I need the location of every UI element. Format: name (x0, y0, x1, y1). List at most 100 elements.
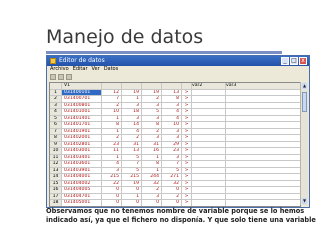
cell-value[interactable]: 32 (142, 180, 162, 186)
row-number[interactable]: 5 (50, 115, 62, 121)
cell-value[interactable]: 0 (102, 187, 122, 193)
cell-empty[interactable] (226, 161, 300, 167)
cell-empty[interactable] (192, 187, 226, 193)
cell-arrow[interactable]: > (182, 161, 192, 167)
cell-value[interactable]: 10 (102, 109, 122, 115)
row-number[interactable]: 14 (50, 174, 62, 180)
cell-arrow[interactable]: > (182, 128, 192, 134)
cell-value[interactable]: 19 (122, 89, 142, 95)
cell-value[interactable]: 1 (102, 115, 122, 121)
cell-value[interactable]: 5 (162, 167, 182, 173)
row-number[interactable]: 1 (50, 89, 62, 95)
toolbar-button[interactable] (58, 74, 64, 80)
cell-value[interactable]: 0 (102, 200, 122, 206)
cell-empty[interactable] (192, 154, 226, 160)
cell-v1[interactable]: 031404701 (62, 193, 102, 199)
row-number[interactable]: 10 (50, 148, 62, 154)
cell-empty[interactable] (226, 122, 300, 128)
maximize-button[interactable]: □ (290, 57, 298, 65)
cell-value[interactable]: 3 (102, 167, 122, 173)
cell-v1[interactable]: 031400701 (62, 96, 102, 102)
cell-value[interactable]: 4 (102, 161, 122, 167)
cell-value[interactable]: 1 (122, 193, 142, 199)
cell-empty[interactable] (192, 167, 226, 173)
cell-value[interactable]: 2 (142, 96, 162, 102)
cell-value[interactable]: 271 (162, 174, 182, 180)
menu-editar[interactable]: Editar (73, 66, 88, 73)
cell-value[interactable]: 4 (162, 115, 182, 121)
cell-empty[interactable] (226, 116, 300, 122)
cell-value[interactable]: 7 (102, 96, 122, 102)
cell-empty[interactable] (226, 96, 300, 102)
cell-arrow[interactable]: > (182, 115, 192, 121)
cell-value[interactable]: 8 (102, 122, 122, 128)
cell-value[interactable]: 8 (142, 122, 162, 128)
cell-arrow[interactable]: > (182, 193, 192, 199)
cell-value[interactable]: 3 (162, 135, 182, 141)
cell-empty[interactable] (192, 193, 226, 199)
cell-empty[interactable] (192, 174, 226, 180)
cell-v1[interactable]: 031401701 (62, 122, 102, 128)
cell-value[interactable]: 1 (102, 128, 122, 134)
cell-value[interactable]: 31 (122, 141, 142, 147)
cell-value[interactable]: 8 (162, 96, 182, 102)
cell-v1[interactable]: 031403601 (62, 161, 102, 167)
cell-value[interactable]: 13 (122, 148, 142, 154)
column-header-var3[interactable]: var3 (226, 83, 300, 89)
cell-v1[interactable]: 031400801 (62, 102, 102, 108)
row-number[interactable]: 7 (50, 128, 62, 134)
cell-arrow[interactable]: > (182, 200, 192, 206)
cell-value[interactable]: 244 (142, 174, 162, 180)
cell-v1[interactable]: 031403001 (62, 148, 102, 154)
cell-v1[interactable]: 031400101 (62, 89, 102, 95)
cell-value[interactable]: 3 (122, 102, 142, 108)
cell-value[interactable]: 19 (142, 89, 162, 95)
cell-arrow[interactable]: > (182, 122, 192, 128)
cell-empty[interactable] (226, 142, 300, 148)
cell-empty[interactable] (192, 102, 226, 108)
row-number[interactable]: 13 (50, 167, 62, 173)
cell-arrow[interactable]: > (182, 96, 192, 102)
cell-arrow[interactable]: > (182, 102, 192, 108)
cell-empty[interactable] (226, 155, 300, 161)
column-header-var2[interactable]: var2 (192, 83, 226, 89)
cell-value[interactable]: 1 (122, 96, 142, 102)
cell-v1[interactable]: 031401901 (62, 128, 102, 134)
cell-value[interactable]: 8 (142, 161, 162, 167)
cell-empty[interactable] (192, 148, 226, 154)
cell-arrow[interactable]: > (182, 135, 192, 141)
cell-empty[interactable] (226, 148, 300, 154)
menu-ver[interactable]: Ver (92, 66, 100, 73)
row-number[interactable]: 3 (50, 102, 62, 108)
cell-arrow[interactable]: > (182, 174, 192, 180)
cell-value[interactable]: 18 (122, 109, 142, 115)
cell-empty[interactable] (226, 181, 300, 187)
row-number[interactable]: 16 (50, 187, 62, 193)
cell-value[interactable]: 4 (122, 128, 142, 134)
cell-value[interactable]: 0 (122, 200, 142, 206)
toolbar-button[interactable] (50, 74, 56, 80)
cell-value[interactable]: 4 (162, 109, 182, 115)
cell-value[interactable]: 23 (162, 148, 182, 154)
cell-value[interactable]: 7 (162, 161, 182, 167)
cell-arrow[interactable]: > (182, 180, 192, 186)
cell-arrow[interactable]: > (182, 187, 192, 193)
cell-value[interactable]: 3 (142, 102, 162, 108)
scroll-down-arrow-icon[interactable]: ▼ (302, 198, 307, 204)
cell-empty[interactable] (226, 129, 300, 135)
cell-empty[interactable] (192, 161, 226, 167)
cell-empty[interactable] (226, 174, 300, 180)
cell-empty[interactable] (226, 135, 300, 141)
cell-empty[interactable] (192, 200, 226, 206)
cell-value[interactable]: 0 (162, 187, 182, 193)
cell-v1[interactable]: 031404005 (62, 187, 102, 193)
vertical-scrollbar[interactable]: ▲ ▼ (300, 82, 308, 205)
cell-empty[interactable] (192, 115, 226, 121)
cell-value[interactable]: 31 (142, 141, 162, 147)
cell-value[interactable]: 3 (162, 154, 182, 160)
cell-empty[interactable] (192, 109, 226, 115)
cell-value[interactable]: 16 (142, 148, 162, 154)
row-number[interactable]: 6 (50, 122, 62, 128)
cell-value[interactable]: 0 (122, 187, 142, 193)
cell-empty[interactable] (226, 187, 300, 193)
